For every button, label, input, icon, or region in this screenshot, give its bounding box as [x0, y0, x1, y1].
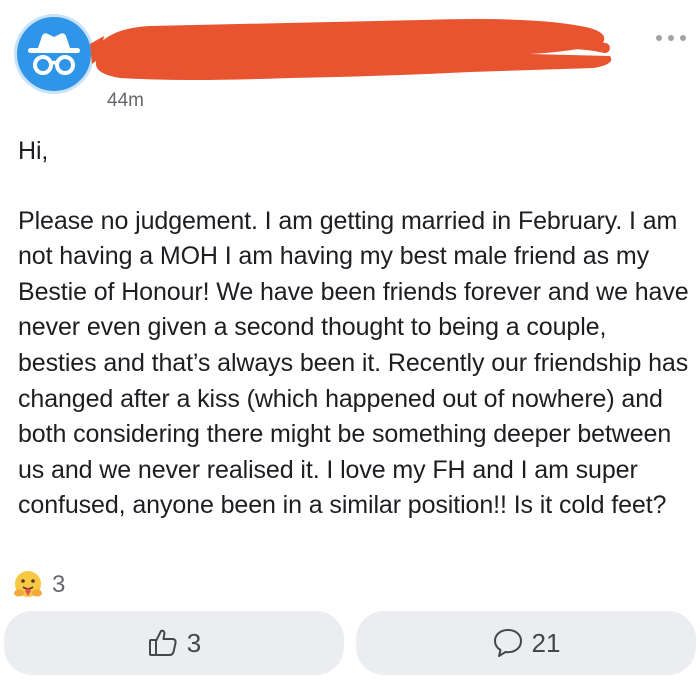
reaction-count: 3 — [52, 571, 66, 598]
more-dot-icon — [680, 35, 686, 41]
post-body: Hi, Please no judgement. I am getting ma… — [18, 134, 690, 524]
comment-count: 21 — [531, 627, 561, 658]
incognito-icon — [28, 33, 80, 75]
group-post: 44m Hi, Please no judgement. I am gettin… — [0, 0, 700, 681]
post-text: Please no judgement. I am getting marrie… — [18, 206, 689, 520]
post-timestamp[interactable]: 44m — [107, 90, 144, 112]
more-dot-icon — [668, 35, 674, 41]
comment-bubble-icon — [493, 629, 522, 657]
redaction-scribble — [90, 19, 612, 80]
care-hug-emoji-icon — [14, 571, 42, 597]
post-greeting: Hi, — [18, 137, 49, 165]
like-button[interactable]: 3 — [4, 611, 344, 675]
anonymous-avatar[interactable] — [14, 14, 94, 94]
more-options-button[interactable] — [656, 30, 686, 46]
comment-button[interactable]: 21 — [356, 611, 696, 675]
thumbs-up-icon — [148, 629, 177, 656]
like-count: 3 — [186, 627, 202, 658]
reaction-summary[interactable]: 3 — [12, 569, 65, 601]
more-dot-icon — [656, 35, 662, 41]
